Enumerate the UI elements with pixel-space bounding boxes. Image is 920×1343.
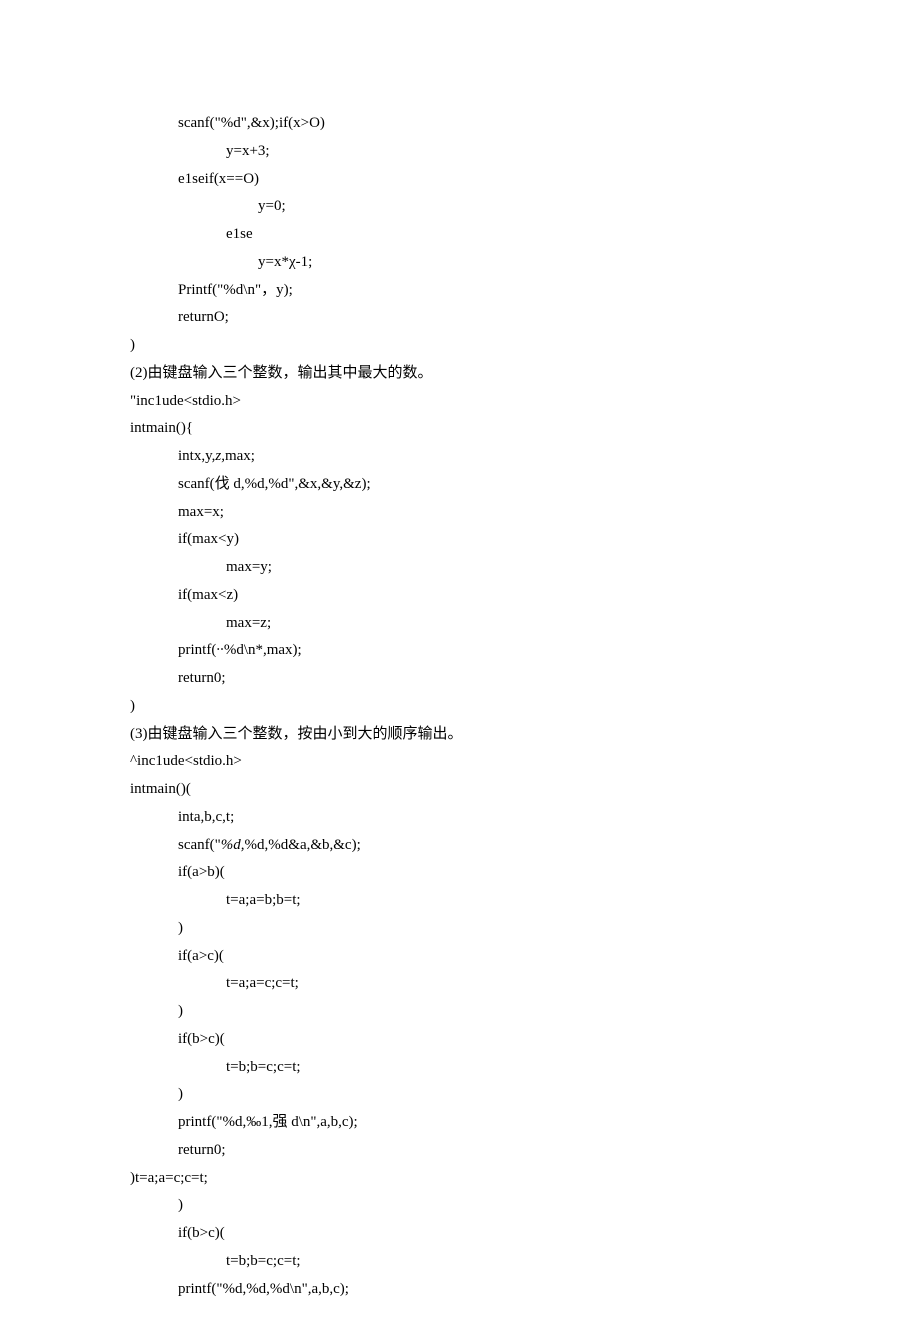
code-line: ) — [130, 915, 790, 943]
code-line: scanf("%d,%d,%d&a,&b,&c); — [130, 832, 790, 860]
code-line: e1seif(x==O) — [130, 166, 790, 194]
code-line: ) — [130, 998, 790, 1026]
code-line: t=a;a=b;b=t; — [130, 887, 790, 915]
code-line: printf("%d,%d,%d\n",a,b,c); — [130, 1276, 790, 1304]
code-line: (3)由键盘输入三个整数，按由小到大的顺序输出。 — [130, 721, 790, 749]
code-line: intmain(){ — [130, 415, 790, 443]
code-line: intx,y,z,max; — [130, 443, 790, 471]
code-line: intmain()( — [130, 776, 790, 804]
code-line: t=b;b=c;c=t; — [130, 1054, 790, 1082]
code-line: ) — [130, 1192, 790, 1220]
code-line: if(b>c)( — [130, 1026, 790, 1054]
code-line: if(a>c)( — [130, 943, 790, 971]
code-line: return0; — [130, 1137, 790, 1165]
code-line: inta,b,c,t; — [130, 804, 790, 832]
code-line: max=y; — [130, 554, 790, 582]
code-line: "inc1ude<stdio.h> — [130, 388, 790, 416]
code-line: ) — [130, 1081, 790, 1109]
code-line: e1se — [130, 221, 790, 249]
code-line: y=0; — [130, 193, 790, 221]
code-line: ) — [130, 693, 790, 721]
code-line: scanf(伐 d,%d,%d",&x,&y,&z); — [130, 471, 790, 499]
code-line: printf(∙∙%d\n*,max); — [130, 637, 790, 665]
code-line: if(max<z) — [130, 582, 790, 610]
code-line: if(a>b)( — [130, 859, 790, 887]
document-page: scanf("%d",&x);if(x>O)y=x+3;e1seif(x==O)… — [0, 0, 920, 1343]
code-line: returnO; — [130, 304, 790, 332]
code-line: max=z; — [130, 610, 790, 638]
code-line: scanf("%d",&x);if(x>O) — [130, 110, 790, 138]
code-line: if(max<y) — [130, 526, 790, 554]
code-line: Printf("%d\n"，y); — [130, 277, 790, 305]
code-line: y=x+3; — [130, 138, 790, 166]
code-line: )t=a;a=c;c=t; — [130, 1165, 790, 1193]
code-line: (2)由键盘输入三个整数，输出其中最大的数。 — [130, 360, 790, 388]
code-line: max=x; — [130, 499, 790, 527]
code-line: printf("%d,‰1,强 d\n",a,b,c); — [130, 1109, 790, 1137]
code-line: ^inc1ude<stdio.h> — [130, 748, 790, 776]
code-line: if(b>c)( — [130, 1220, 790, 1248]
code-line: t=a;a=c;c=t; — [130, 970, 790, 998]
code-line: y=x*χ-1; — [130, 249, 790, 277]
code-line: return0; — [130, 665, 790, 693]
code-line: t=b;b=c;c=t; — [130, 1248, 790, 1276]
code-line: ) — [130, 332, 790, 360]
